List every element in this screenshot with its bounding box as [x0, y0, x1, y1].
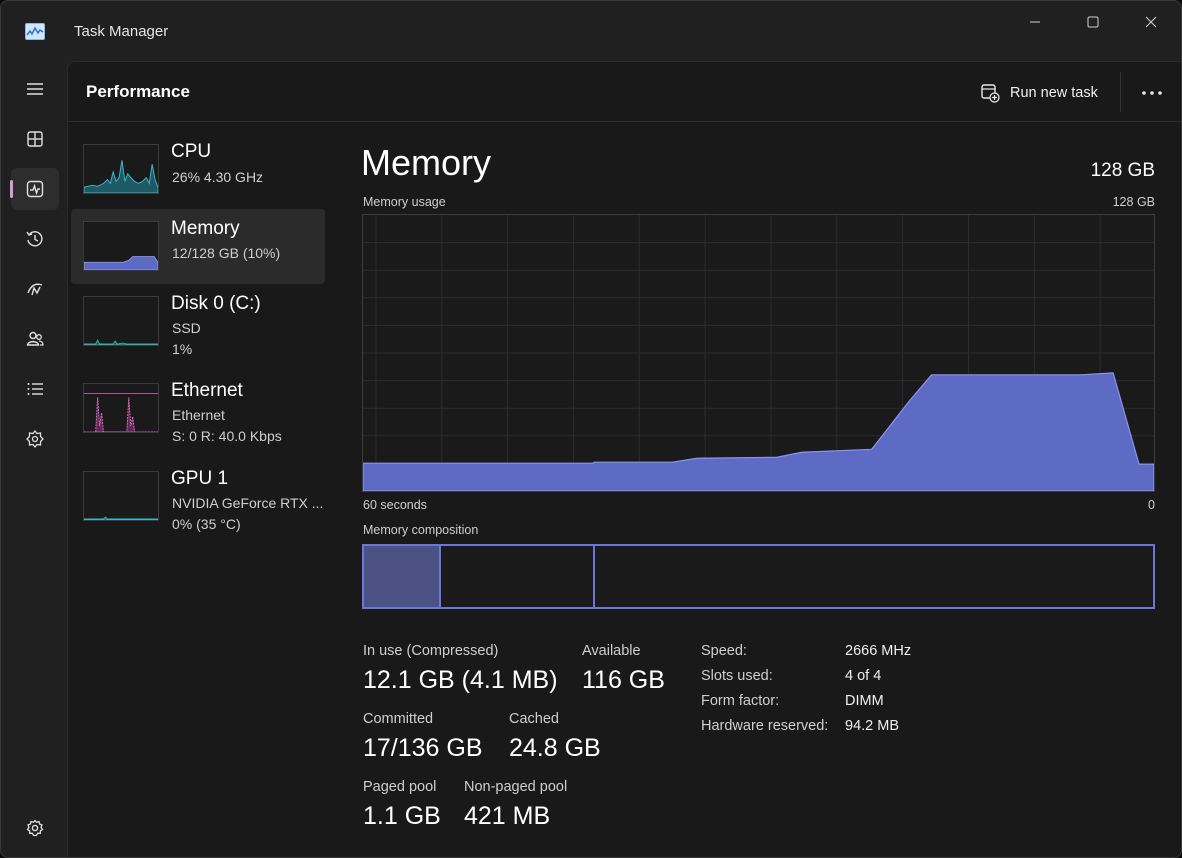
ellipsis-icon — [1142, 91, 1162, 95]
device-name: GPU 1 — [171, 468, 229, 489]
ethernet-thumbnail-graph — [83, 383, 159, 433]
cached-label: Cached — [509, 711, 559, 727]
close-icon — [1145, 16, 1157, 28]
memory-composition-label: Memory composition — [363, 523, 479, 537]
composition-standby-divider — [593, 546, 595, 607]
users-icon — [26, 331, 44, 346]
spec-speed-value: 2666 MHz — [845, 643, 912, 659]
spec-slots-value: 4 of 4 — [845, 668, 882, 684]
committed-value: 17/136 GB — [363, 734, 483, 762]
available-value: 116 GB — [582, 666, 665, 694]
gear-icon — [26, 819, 44, 837]
spec-form-factor-label: Form factor: — [701, 693, 780, 709]
in-use-label: In use (Compressed) — [363, 643, 499, 659]
memory-usage-graph — [362, 214, 1155, 492]
disk-thumbnail-graph — [83, 296, 159, 346]
paged-pool-label: Paged pool — [363, 779, 437, 795]
processes-icon — [27, 131, 43, 147]
device-detail: NVIDIA GeForce RTX ... — [172, 495, 324, 511]
device-name: Memory — [171, 218, 240, 239]
memory-total-capacity: 128 GB — [1090, 160, 1155, 181]
page-title: Performance — [86, 82, 190, 101]
details-icon — [27, 383, 43, 395]
nav-users[interactable] — [11, 318, 59, 360]
device-detail: Ethernet — [172, 407, 225, 423]
task-manager-app-icon — [25, 23, 45, 40]
minimize-icon — [1030, 21, 1040, 23]
device-ethernet[interactable]: Ethernet Ethernet S: 0 R: 40.0 Kbps — [71, 371, 325, 446]
nav-startup-apps[interactable] — [11, 268, 59, 310]
cpu-thumbnail-graph — [83, 144, 159, 194]
device-cpu[interactable]: CPU 26% 4.30 GHz — [71, 132, 325, 207]
content-header: Performance Run new task — [68, 62, 1181, 122]
nav-app-history[interactable] — [11, 218, 59, 260]
nav-services[interactable] — [11, 418, 59, 460]
close-button[interactable] — [1122, 1, 1180, 43]
services-icon — [26, 429, 44, 449]
non-paged-pool-label: Non-paged pool — [464, 779, 568, 795]
device-gpu-1[interactable]: GPU 1 NVIDIA GeForce RTX ... 0% (35 °C) — [71, 459, 325, 534]
spec-form-factor-value: DIMM — [845, 693, 884, 709]
device-memory[interactable]: Memory 12/128 GB (10%) — [71, 209, 325, 284]
device-name: Ethernet — [171, 380, 243, 401]
committed-label: Committed — [363, 711, 434, 727]
minimize-button[interactable] — [1006, 1, 1064, 43]
memory-heading: Memory — [361, 142, 492, 183]
cached-value: 24.8 GB — [509, 734, 601, 762]
nav-details[interactable] — [11, 368, 59, 410]
nav-processes[interactable] — [11, 118, 59, 160]
gpu-thumbnail-graph — [83, 471, 159, 521]
device-detail: 26% 4.30 GHz — [172, 169, 264, 185]
memory-usage-label: Memory usage — [363, 195, 446, 209]
more-options-button[interactable] — [1134, 78, 1170, 108]
graph-time-start-label: 60 seconds — [363, 498, 427, 512]
spec-speed-label: Speed: — [701, 643, 747, 659]
in-use-value: 12.1 GB (4.1 MB) — [363, 666, 558, 694]
device-detail-secondary: 0% (35 °C) — [172, 516, 241, 532]
spec-hardware-reserved-label: Hardware reserved: — [701, 718, 829, 734]
memory-usage-max-label: 128 GB — [1112, 195, 1155, 209]
hamburger-menu-button[interactable] — [11, 68, 59, 110]
nav-settings[interactable] — [11, 807, 59, 849]
paged-pool-value: 1.1 GB — [363, 802, 441, 830]
device-detail-secondary: 1% — [172, 341, 193, 357]
run-new-task-label: Run new task — [1010, 85, 1098, 101]
device-detail-secondary: S: 0 R: 40.0 Kbps — [172, 428, 282, 444]
available-label: Available — [582, 643, 641, 659]
graph-time-end-label: 0 — [1148, 498, 1155, 512]
performance-icon — [26, 180, 44, 198]
maximize-icon — [1087, 16, 1099, 28]
memory-thumbnail-graph — [83, 221, 159, 271]
spec-hardware-reserved-value: 94.2 MB — [845, 718, 899, 734]
device-detail: 12/128 GB (10%) — [172, 245, 281, 261]
device-name: Disk 0 (C:) — [171, 293, 261, 314]
hamburger-menu-icon — [27, 83, 43, 95]
title-bar: Task Manager — [1, 1, 1181, 61]
device-detail: SSD — [172, 320, 201, 336]
content-pane: Performance Run new task CPU 26% 4.30 GH… — [67, 61, 1181, 857]
memory-composition-bar — [362, 544, 1155, 609]
spec-slots-label: Slots used: — [701, 668, 773, 684]
app-history-icon — [26, 231, 43, 247]
non-paged-pool-value: 421 MB — [464, 802, 551, 830]
maximize-button[interactable] — [1064, 1, 1122, 43]
run-new-task-button[interactable]: Run new task — [980, 78, 1098, 108]
navigation-rail — [1, 61, 67, 857]
device-disk-0[interactable]: Disk 0 (C:) SSD 1% — [71, 284, 325, 359]
window-title: Task Manager — [74, 23, 169, 40]
device-name: CPU — [171, 141, 212, 162]
run-new-task-icon — [981, 84, 1000, 103]
task-manager-window: Task Manager Performance Run new task CP… — [0, 0, 1182, 858]
nav-performance[interactable] — [10, 168, 59, 210]
startup-apps-icon — [27, 283, 43, 296]
composition-in-use-segment — [364, 546, 441, 607]
header-divider — [1120, 72, 1121, 112]
